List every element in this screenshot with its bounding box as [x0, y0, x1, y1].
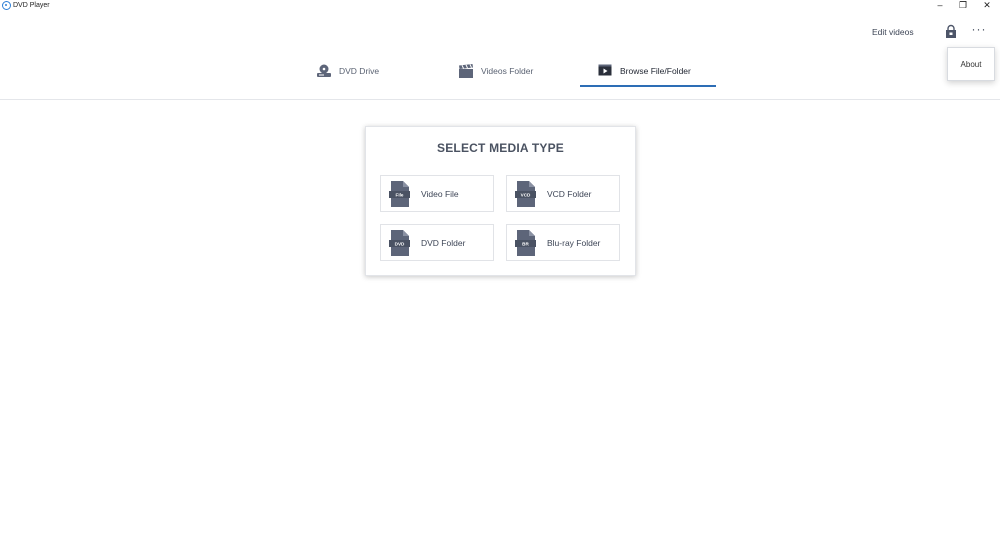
card-title: SELECT MEDIA TYPE [437, 141, 564, 155]
video-file-icon: File [389, 181, 410, 207]
active-tab-indicator [580, 85, 716, 87]
tab-browse-file-folder[interactable]: Browse File/Folder [580, 56, 716, 88]
minimize-button[interactable]: – [928, 0, 952, 12]
tab-label: Videos Folder [481, 66, 534, 76]
media-button-label: VCD Folder [547, 189, 592, 199]
tab-videos-folder[interactable]: Videos Folder [458, 56, 568, 88]
media-button-label: DVD Folder [421, 238, 466, 248]
dvd-folder-button[interactable]: DVD DVD Folder [380, 224, 494, 261]
app-title: DVD Player [13, 2, 50, 9]
app-logo-icon [2, 1, 11, 10]
file-icon-text: VCD [521, 192, 531, 197]
shopping-bag-icon [946, 24, 956, 38]
clapperboard-icon [459, 64, 473, 78]
bluray-file-icon: BR [515, 230, 536, 256]
close-button[interactable]: ✕ [975, 0, 999, 12]
tab-label: Browse File/Folder [620, 66, 691, 76]
source-tabs: DVD Drive Videos Folder Browse File/Fold… [0, 56, 1000, 100]
media-button-label: Blu-ray Folder [547, 238, 601, 248]
file-icon-text: DVD [395, 241, 405, 246]
restore-button[interactable]: ❐ [951, 0, 975, 12]
more-options-button[interactable]: ··· [964, 21, 994, 43]
bluray-folder-button[interactable]: BR Blu-ray Folder [506, 224, 620, 261]
select-media-card: SELECT MEDIA TYPE File Video File VCD VC… [365, 126, 636, 276]
file-icon-text: File [396, 192, 404, 197]
dvd-file-icon: DVD [389, 230, 410, 256]
file-icon-text: BR [522, 241, 529, 246]
vcd-folder-button[interactable]: VCD VCD Folder [506, 175, 620, 212]
title-bar: DVD Player – ❐ ✕ [0, 0, 1000, 12]
tab-label: DVD Drive [339, 66, 380, 76]
dvd-drive-icon [317, 64, 331, 77]
divider [0, 99, 1000, 100]
video-file-button[interactable]: File Video File [380, 175, 494, 212]
tab-dvd-drive[interactable]: DVD Drive [316, 56, 406, 88]
media-button-label: Video File [421, 189, 459, 199]
edit-videos-button[interactable]: Edit videos [872, 27, 914, 37]
store-button[interactable] [940, 23, 962, 43]
vcd-file-icon: VCD [515, 181, 536, 207]
play-folder-icon [598, 64, 612, 76]
